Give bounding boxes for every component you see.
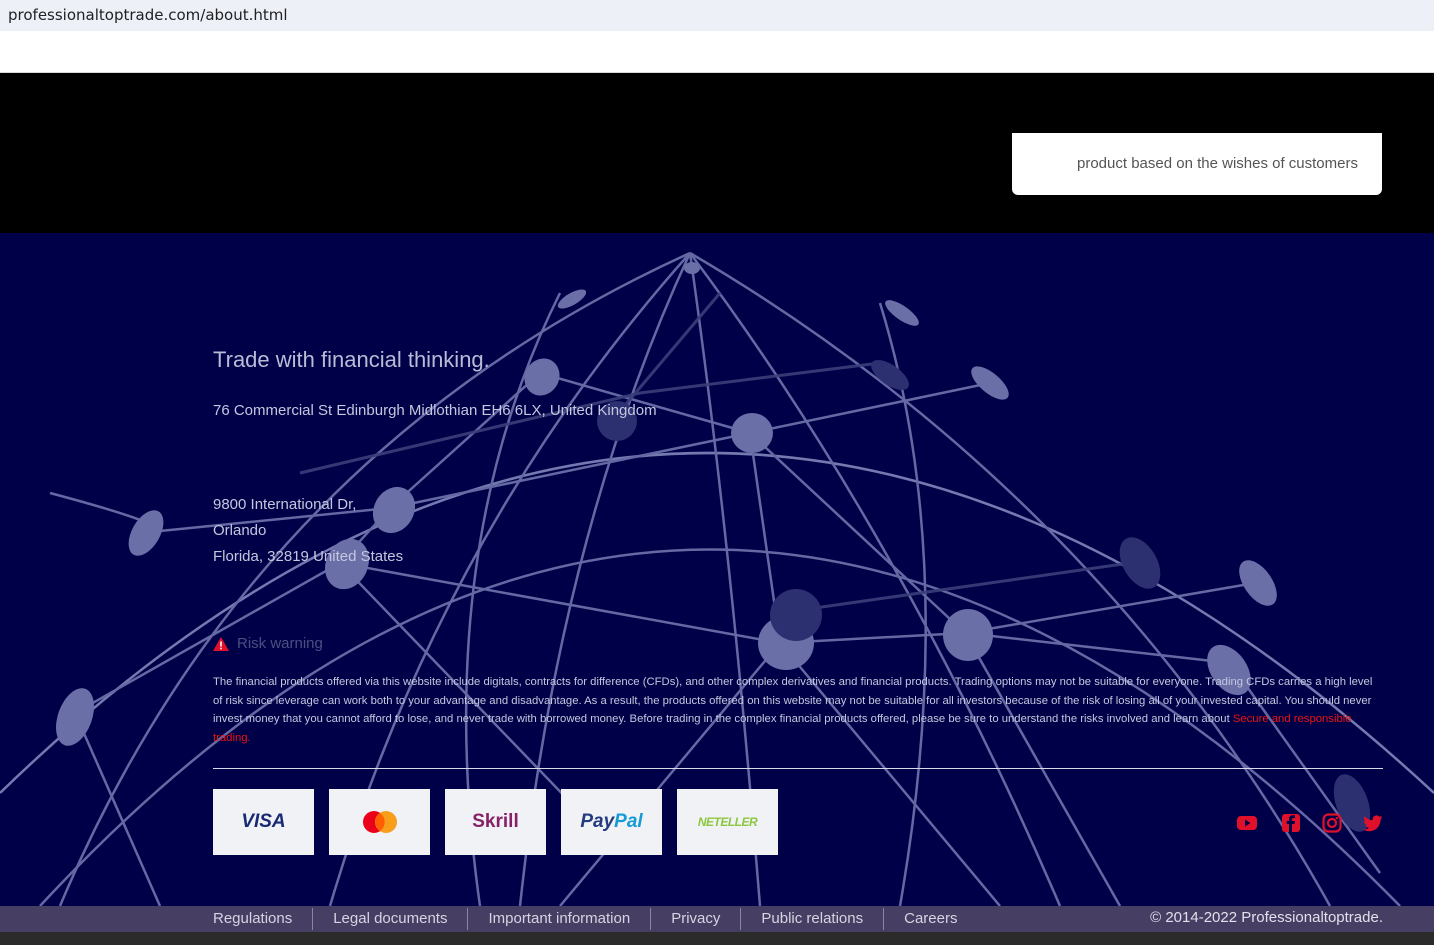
address-us: 9800 International Dr, Orlando Florida, … xyxy=(213,492,403,570)
address-us-line2: Orlando xyxy=(213,522,267,539)
address-uk: 76 Commercial St Edinburgh Midlothian EH… xyxy=(213,402,657,419)
facebook-icon[interactable] xyxy=(1281,813,1301,833)
neteller-logo: NETELLER xyxy=(677,789,778,855)
nav-link-important-information[interactable]: Important information xyxy=(467,908,650,930)
footer-divider xyxy=(213,768,1383,769)
url-text[interactable]: professionaltoptrade.com/about.html xyxy=(8,6,288,24)
nav-link-privacy[interactable]: Privacy xyxy=(650,908,740,930)
address-us-line3: Florida, 32819 United States xyxy=(213,548,404,565)
youtube-icon[interactable] xyxy=(1237,813,1257,833)
site-footer: Trade with financial thinking. 76 Commer… xyxy=(0,233,1434,906)
instagram-icon[interactable] xyxy=(1322,813,1342,833)
feature-card-text: product based on the wishes of customers xyxy=(1077,155,1358,172)
paypal-logo: PayPal xyxy=(561,789,662,855)
nav-link-legal-documents[interactable]: Legal documents xyxy=(312,908,467,930)
twitter-icon[interactable] xyxy=(1363,813,1383,833)
skrill-logo: Skrill xyxy=(445,789,546,855)
address-bar[interactable]: professionaltoptrade.com/about.html xyxy=(0,0,1434,31)
mastercard-logo xyxy=(329,789,430,855)
risk-warning-title: Risk warning xyxy=(237,635,323,652)
visa-logo: VISA xyxy=(213,789,314,855)
footer-nav: Regulations Legal documents Important in… xyxy=(213,906,977,932)
mastercard-icon xyxy=(362,811,397,833)
risk-disclaimer: The financial products offered via this … xyxy=(213,673,1383,747)
paypal-label-a: Pay xyxy=(580,811,615,832)
warning-icon xyxy=(213,636,229,651)
page-top-strip xyxy=(0,31,1434,73)
risk-warning-heading: Risk warning xyxy=(213,635,323,652)
skrill-label: Skrill xyxy=(472,811,519,832)
nav-link-regulations[interactable]: Regulations xyxy=(213,908,312,930)
hero-band: product based on the wishes of customers xyxy=(0,73,1434,233)
bottom-nav-bar: Regulations Legal documents Important in… xyxy=(0,906,1434,932)
copyright-text: © 2014-2022 Professionaltoptrade. xyxy=(1150,909,1383,926)
feature-card: product based on the wishes of customers xyxy=(1012,133,1382,195)
footer-content: Trade with financial thinking. 76 Commer… xyxy=(0,233,1434,906)
nav-link-careers[interactable]: Careers xyxy=(883,908,977,930)
footer-tagline: Trade with financial thinking. xyxy=(213,347,490,372)
address-us-line1: 9800 International Dr, xyxy=(213,496,357,513)
neteller-label: NETELLER xyxy=(697,815,758,829)
paypal-label-b: Pal xyxy=(614,811,643,832)
window-bottom-edge xyxy=(0,932,1434,945)
disclaimer-text: The financial products offered via this … xyxy=(213,676,1373,725)
nav-link-public-relations[interactable]: Public relations xyxy=(740,908,883,930)
paypal-label: PayPal xyxy=(580,811,642,833)
visa-label: VISA xyxy=(241,811,286,832)
